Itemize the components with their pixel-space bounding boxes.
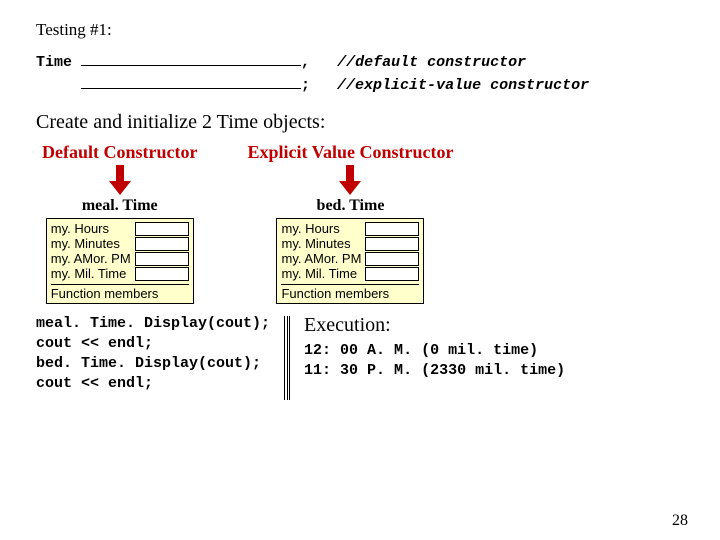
- member-name: my. Mil. Time: [51, 267, 135, 280]
- member-field: [365, 222, 419, 236]
- page-number: 28: [672, 512, 688, 530]
- object1-box: my. Hours my. Minutes my. AMor. PM my. M…: [46, 218, 194, 304]
- member-field: [135, 252, 189, 266]
- blank-line-1: [81, 50, 301, 66]
- member-name: my. Hours: [281, 222, 365, 235]
- function-members-label: Function members: [51, 284, 189, 301]
- object1-label: meal. Time: [82, 197, 158, 215]
- member-field: [135, 237, 189, 251]
- object-diagrams: Default Constructor meal. Time my. Hours…: [42, 142, 684, 304]
- display-code: meal. Time. Display(cout); cout << endl;…: [36, 314, 270, 395]
- declaration-code: Time , //default constructor ; //explici…: [36, 50, 684, 97]
- code-line: cout << endl;: [36, 375, 153, 392]
- comment-explicit-ctor: //explicit-value constructor: [337, 77, 589, 94]
- member-row: my. Mil. Time: [281, 267, 419, 281]
- member-row: my. Minutes: [281, 237, 419, 251]
- code-line: bed. Time. Display(cout);: [36, 355, 261, 372]
- member-name: my. AMor. PM: [281, 252, 365, 265]
- code-line: cout << endl;: [36, 335, 153, 352]
- default-ctor-title: Default Constructor: [42, 142, 197, 163]
- comma: ,: [301, 54, 310, 71]
- member-row: my. Hours: [51, 222, 189, 236]
- type-keyword: Time: [36, 54, 72, 71]
- subheading: Create and initialize 2 Time objects:: [36, 111, 684, 134]
- output-line: 11: 30 P. M. (2330 mil. time): [304, 362, 565, 379]
- object2-box: my. Hours my. Minutes my. AMor. PM my. M…: [276, 218, 424, 304]
- bottom-row: meal. Time. Display(cout); cout << endl;…: [36, 314, 684, 400]
- arrow-down-icon: [107, 165, 133, 195]
- object2-label: bed. Time: [317, 197, 385, 215]
- blank-line-2: [81, 73, 301, 89]
- member-row: my. Mil. Time: [51, 267, 189, 281]
- arrow-down-icon: [337, 165, 363, 195]
- member-name: my. Hours: [51, 222, 135, 235]
- member-field: [365, 237, 419, 251]
- default-ctor-column: Default Constructor meal. Time my. Hours…: [42, 142, 197, 304]
- member-field: [135, 267, 189, 281]
- testing-label: Testing #1:: [36, 20, 684, 40]
- member-name: my. AMor. PM: [51, 252, 135, 265]
- member-field: [135, 222, 189, 236]
- member-name: my. Minutes: [281, 237, 365, 250]
- member-row: my. AMor. PM: [281, 252, 419, 266]
- comment-default-ctor: //default constructor: [337, 54, 526, 71]
- member-row: my. Hours: [281, 222, 419, 236]
- member-name: my. Mil. Time: [281, 267, 365, 280]
- member-name: my. Minutes: [51, 237, 135, 250]
- function-members-label: Function members: [281, 284, 419, 301]
- semicolon: ;: [301, 77, 310, 94]
- execution-block: Execution: 12: 00 A. M. (0 mil. time) 11…: [304, 314, 684, 382]
- member-row: my. Minutes: [51, 237, 189, 251]
- member-field: [365, 252, 419, 266]
- vertical-divider-icon: [284, 316, 290, 400]
- explicit-ctor-title: Explicit Value Constructor: [247, 142, 453, 163]
- member-row: my. AMor. PM: [51, 252, 189, 266]
- code-line: meal. Time. Display(cout);: [36, 315, 270, 332]
- execution-output: 12: 00 A. M. (0 mil. time) 11: 30 P. M. …: [304, 341, 684, 382]
- execution-title: Execution:: [304, 314, 684, 337]
- output-line: 12: 00 A. M. (0 mil. time): [304, 342, 538, 359]
- member-field: [365, 267, 419, 281]
- explicit-ctor-column: Explicit Value Constructor bed. Time my.…: [247, 142, 453, 304]
